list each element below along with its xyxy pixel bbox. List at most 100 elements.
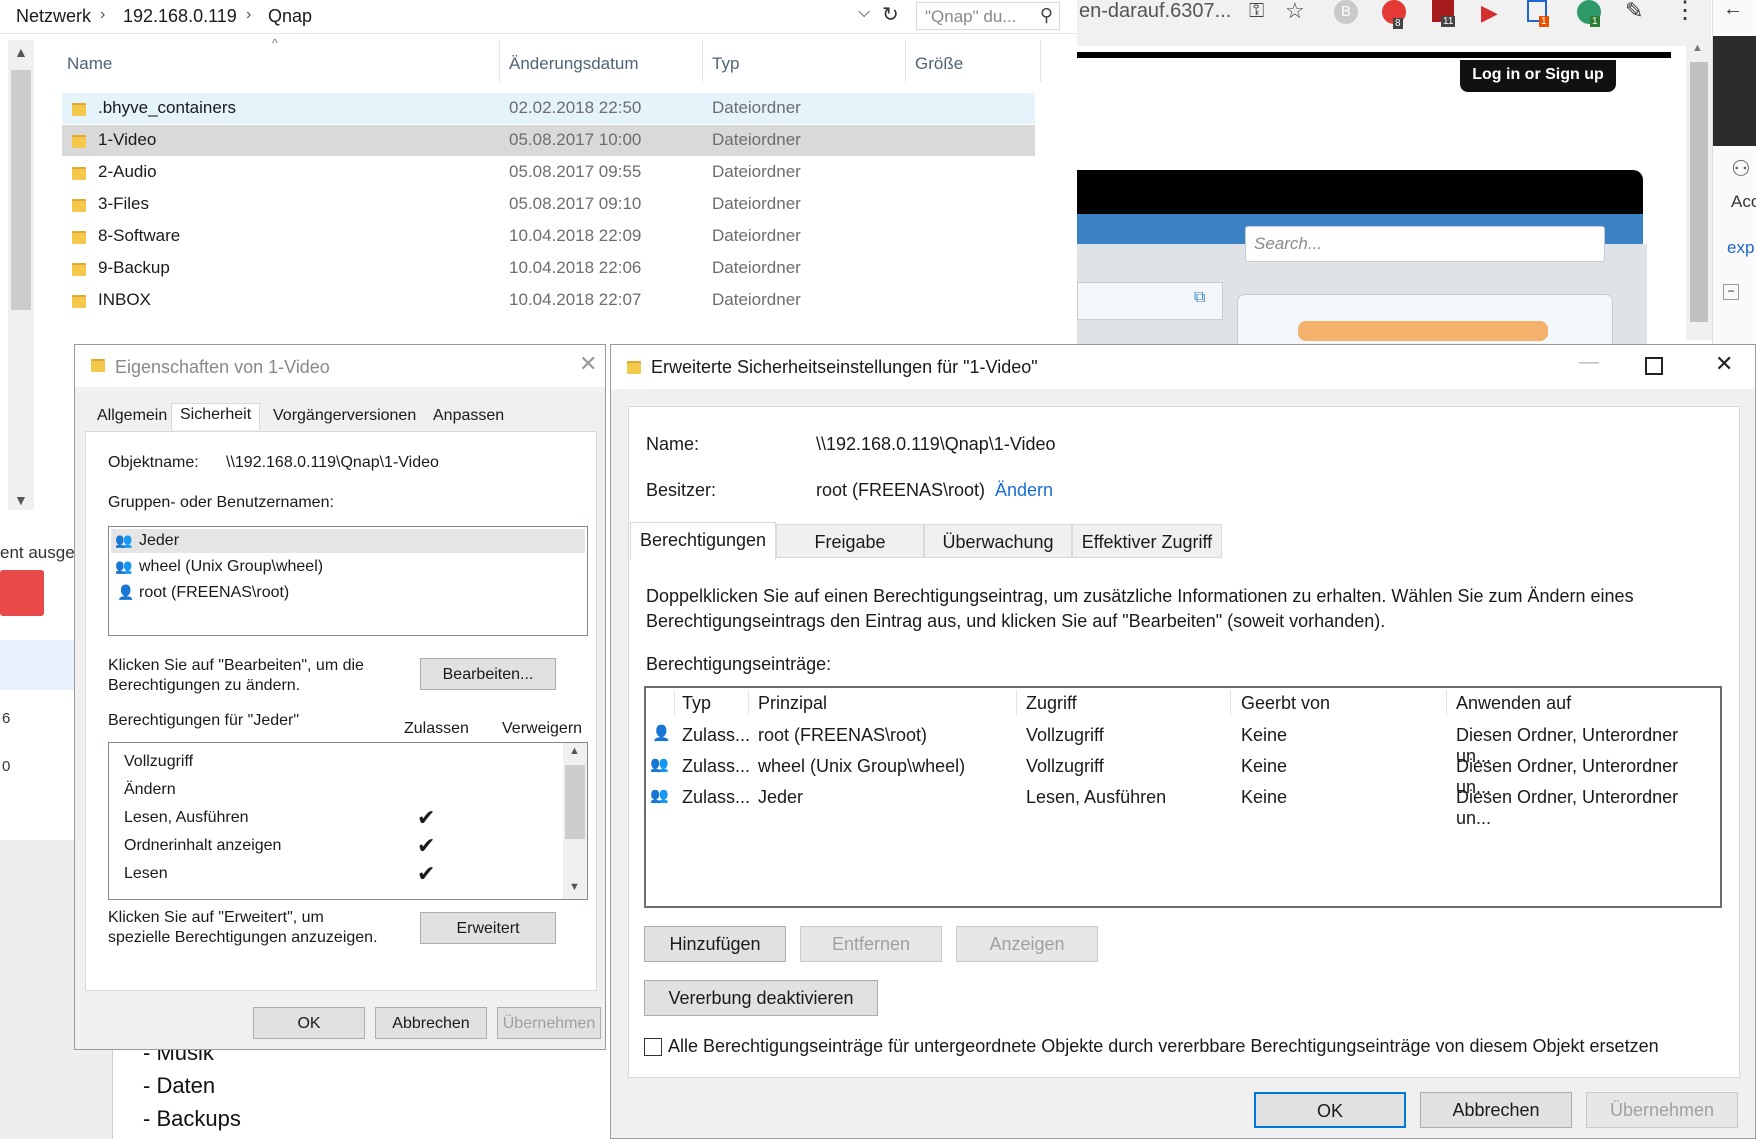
- search-input[interactable]: "Qnap" du... ⚲: [916, 2, 1060, 30]
- group-name: root (FREENAS\root): [139, 584, 290, 601]
- file-row[interactable]: 3-Files 05.08.2017 09:10 Dateiordner: [62, 189, 1035, 220]
- cancel-button[interactable]: Abbrechen: [1420, 1092, 1572, 1128]
- permission-name: Lesen: [124, 865, 168, 882]
- login-signup-button[interactable]: Log in or Sign up: [1460, 60, 1616, 92]
- extension-b-icon[interactable]: B: [1334, 0, 1358, 24]
- column-divider[interactable]: [499, 40, 500, 82]
- dialog-titlebar[interactable]: Eigenschaften von 1-Video ✕: [75, 345, 605, 387]
- scrollbar-thumb[interactable]: [11, 70, 31, 310]
- extension-misc-icon[interactable]: ✎: [1625, 0, 1643, 24]
- view-button[interactable]: Anzeigen: [956, 926, 1098, 962]
- file-row[interactable]: INBOX 10.04.2018 22:07 Dateiordner: [62, 285, 1035, 316]
- replace-entries-checkbox[interactable]: [644, 1038, 662, 1056]
- remove-button[interactable]: Entfernen: [800, 926, 942, 962]
- url-fragment[interactable]: en-darauf.6307...: [1079, 0, 1231, 23]
- permissions-list[interactable]: Vollzugriff Ändern Lesen, Ausführen ✔ Or…: [108, 742, 588, 900]
- column-divider[interactable]: [702, 40, 703, 82]
- collapse-icon[interactable]: −: [1723, 284, 1739, 300]
- column-header-name[interactable]: Name: [67, 54, 112, 74]
- dialog-titlebar[interactable]: Erweiterte Sicherheitseinstellungen für …: [611, 345, 1755, 389]
- link-fragment[interactable]: exp: [1727, 238, 1754, 258]
- file-row[interactable]: .bhyve_containers 02.02.2018 22:50 Datei…: [62, 93, 1035, 124]
- edit-button[interactable]: Bearbeiten...: [420, 658, 556, 690]
- maximize-icon[interactable]: [1645, 357, 1663, 375]
- ok-button[interactable]: OK: [1254, 1092, 1406, 1128]
- table-row[interactable]: 👤 Zulass... root (FREENAS\root) Vollzugr…: [644, 720, 1716, 766]
- column-divider[interactable]: [1016, 690, 1017, 716]
- column-header-type[interactable]: Typ: [682, 693, 711, 714]
- file-row[interactable]: 2-Audio 05.08.2017 09:55 Dateiordner: [62, 157, 1035, 188]
- list-item[interactable]: 👤 root (FREENAS\root): [111, 581, 585, 605]
- close-icon[interactable]: ✕: [1715, 351, 1733, 377]
- youtube-icon[interactable]: ▶: [1481, 0, 1498, 26]
- left-pane-scrollbar[interactable]: ▲ ▼: [8, 40, 34, 510]
- tab-allgemein[interactable]: Allgemein: [97, 407, 167, 425]
- tab-berechtigungen[interactable]: Berechtigungen: [630, 522, 776, 560]
- permissions-scrollbar[interactable]: ▲ ▼: [563, 743, 587, 899]
- orange-button[interactable]: [1298, 321, 1548, 341]
- star-icon[interactable]: ☆: [1285, 0, 1305, 24]
- column-header-date[interactable]: Änderungsdatum: [509, 54, 638, 74]
- groups-listbox[interactable]: 👥 Jeder 👥 wheel (Unix Group\wheel) 👤 roo…: [108, 526, 588, 636]
- tab-sicherheit[interactable]: Sicherheit: [171, 403, 261, 430]
- table-row[interactable]: 👥 Zulass... wheel (Unix Group\wheel) Vol…: [644, 751, 1716, 797]
- tab-ueberwachung[interactable]: Überwachung: [924, 524, 1072, 558]
- breadcrumb-netzwerk[interactable]: Netzwerk: [16, 6, 91, 27]
- scrollbar-thumb[interactable]: [565, 765, 585, 839]
- page-field[interactable]: ⧉: [1077, 282, 1223, 320]
- minimize-icon[interactable]: —: [1579, 351, 1599, 374]
- file-row[interactable]: 1-Video 05.08.2017 10:00 Dateiordner: [62, 125, 1035, 156]
- scroll-up-icon[interactable]: ▲: [14, 44, 28, 60]
- apply-button[interactable]: Übernehmen: [497, 1007, 601, 1039]
- key-icon[interactable]: ⚿: [1249, 0, 1264, 23]
- close-icon[interactable]: ✕: [579, 351, 597, 377]
- tab-vorgaengerversionen[interactable]: Vorgängerversionen: [273, 407, 416, 425]
- add-button[interactable]: Hinzufügen: [644, 926, 786, 962]
- dropdown-chevron-icon[interactable]: ⌵: [858, 4, 870, 22]
- ok-button[interactable]: OK: [253, 1007, 365, 1039]
- breadcrumb-qnap[interactable]: Qnap: [268, 6, 312, 27]
- scroll-down-icon[interactable]: ▼: [14, 492, 28, 508]
- column-header-applies[interactable]: Anwenden auf: [1456, 693, 1571, 714]
- breadcrumb-ip[interactable]: 192.168.0.119: [123, 6, 237, 27]
- tab-effektiver-zugriff[interactable]: Effektiver Zugriff: [1072, 524, 1222, 558]
- list-item[interactable]: 👥 wheel (Unix Group\wheel): [111, 555, 585, 579]
- column-header-size[interactable]: Größe: [915, 54, 963, 74]
- cancel-button[interactable]: Abbrechen: [375, 1007, 487, 1039]
- menu-dots-icon[interactable]: ⋮: [1673, 0, 1697, 25]
- column-divider[interactable]: [1040, 40, 1041, 82]
- name-value: \\192.168.0.119\Qnap\1-Video: [816, 434, 1056, 454]
- file-date: 10.04.2018 22:09: [509, 226, 642, 245]
- column-header-type[interactable]: Typ: [712, 54, 739, 74]
- refresh-icon[interactable]: ↻: [882, 2, 899, 27]
- column-divider[interactable]: [674, 690, 675, 716]
- tab-freigabe[interactable]: Freigabe: [776, 524, 924, 558]
- advanced-button[interactable]: Erweitert: [420, 912, 556, 944]
- page-search-input[interactable]: Search...: [1245, 226, 1605, 262]
- file-row[interactable]: 8-Software 10.04.2018 22:09 Dateiordner: [62, 221, 1035, 252]
- browser-scrollbar[interactable]: ▲: [1686, 40, 1712, 340]
- column-divider[interactable]: [748, 690, 749, 716]
- change-owner-link[interactable]: Ändern: [995, 480, 1053, 501]
- column-divider[interactable]: [905, 40, 906, 82]
- tab-anpassen[interactable]: Anpassen: [433, 407, 504, 425]
- scroll-down-icon[interactable]: ▼: [569, 881, 580, 893]
- column-divider[interactable]: [1446, 690, 1447, 716]
- table-row[interactable]: 👥 Zulass... Jeder Lesen, Ausführen Keine…: [644, 782, 1716, 828]
- replace-entries-label[interactable]: Alle Berechtigungseinträge für untergeor…: [668, 1036, 1659, 1057]
- column-divider[interactable]: [1230, 690, 1231, 716]
- entry-access: Lesen, Ausführen: [1026, 787, 1167, 807]
- column-header-inherited[interactable]: Geerbt von: [1241, 693, 1330, 714]
- file-row[interactable]: 9-Backup 10.04.2018 22:06 Dateiordner: [62, 253, 1035, 284]
- apply-button[interactable]: Übernehmen: [1586, 1092, 1738, 1128]
- scrollbar-thumb[interactable]: [1690, 62, 1708, 322]
- column-header-principal[interactable]: Prinzipal: [758, 693, 827, 714]
- column-header-access[interactable]: Zugriff: [1026, 693, 1077, 714]
- back-arrow-icon[interactable]: ←: [1723, 0, 1743, 21]
- scroll-up-icon[interactable]: ▲: [1692, 42, 1703, 54]
- user-icon: ⚇: [1731, 156, 1751, 181]
- list-item-selected[interactable]: 👥 Jeder: [111, 529, 585, 553]
- external-link-icon[interactable]: ⧉: [1194, 289, 1205, 307]
- disable-inheritance-button[interactable]: Vererbung deaktivieren: [644, 980, 878, 1016]
- scroll-up-icon[interactable]: ▲: [569, 745, 580, 757]
